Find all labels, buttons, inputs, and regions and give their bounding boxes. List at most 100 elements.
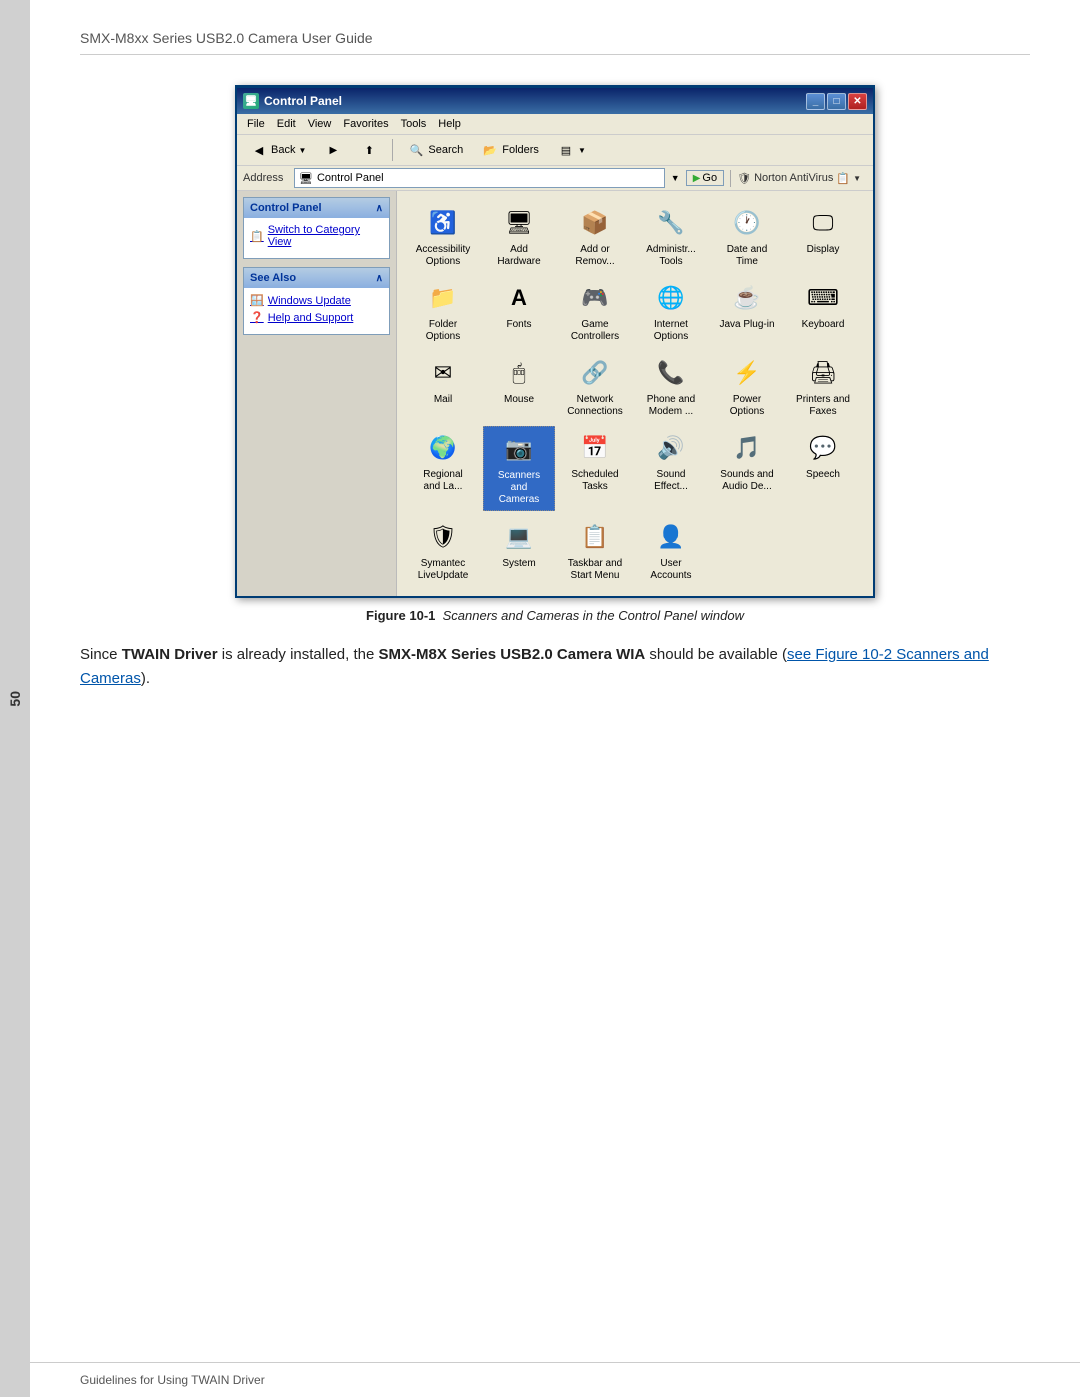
windows-update-link[interactable]: 🪟 Windows Update (250, 294, 383, 307)
back-dropdown-icon: ▼ (298, 146, 306, 155)
page-number-bar: 50 (0, 0, 30, 1397)
internet-options-label: InternetOptions (654, 319, 688, 343)
body-middle2: should be available ( (645, 646, 787, 663)
regional-icon: 🌍 (425, 430, 461, 466)
cp-scheduled[interactable]: 📅 ScheduledTasks (559, 426, 631, 511)
cp-phone-modem[interactable]: 📞 Phone andModem ... (635, 351, 707, 422)
add-remove-icon: 📦 (577, 205, 613, 241)
cp-regional[interactable]: 🌍 Regionaland La... (407, 426, 479, 511)
menu-file[interactable]: File (241, 116, 271, 132)
norton-icon: 🛡 (737, 172, 751, 185)
see-also-panel: See Also 🪟 Windows Update ❓ Help and Sup… (243, 267, 390, 335)
cp-keyboard[interactable]: ⌨ Keyboard (787, 276, 859, 347)
figure-caption-italic: Scanners and Cameras in the Control Pane… (443, 608, 744, 623)
page: 50 SMX-M8xx Series USB2.0 Camera User Gu… (0, 0, 1080, 1397)
cp-mouse[interactable]: 🖱 Mouse (483, 351, 555, 422)
mouse-label: Mouse (504, 394, 534, 406)
norton-area: 🛡 Norton AntiVirus 📋 ▼ (730, 170, 867, 187)
address-input[interactable]: 🖥 Control Panel (294, 168, 665, 188)
see-also-collapse[interactable] (376, 272, 383, 284)
cp-internet-options[interactable]: 🌐 InternetOptions (635, 276, 707, 347)
cp-taskbar[interactable]: 📋 Taskbar andStart Menu (559, 515, 631, 586)
icon-grid: ♿ AccessibilityOptions 🖥 AddHardware 📦 A… (397, 191, 873, 596)
menu-favorites[interactable]: Favorites (337, 116, 394, 132)
folder-options-icon: 📁 (425, 280, 461, 316)
body-prefix: Since (80, 646, 122, 663)
symantec-label: SymantecLiveUpdate (418, 558, 469, 582)
game-controllers-icon: 🎮 (577, 280, 613, 316)
cp-sound-effects[interactable]: 🔊 SoundEffect... (635, 426, 707, 511)
cp-system[interactable]: 💻 System (483, 515, 555, 586)
cp-mail[interactable]: ✉ Mail (407, 351, 479, 422)
cp-scanners[interactable]: 📷 ScannersandCameras (483, 426, 555, 511)
add-hardware-icon: 🖥 (501, 205, 537, 241)
cp-date-time[interactable]: 🕐 Date andTime (711, 201, 783, 272)
admin-tools-label: Administr...Tools (646, 244, 695, 268)
cp-printers[interactable]: 🖨 Printers andFaxes (787, 351, 859, 422)
back-label: Back (271, 144, 295, 156)
cp-symantec[interactable]: 🛡 SymantecLiveUpdate (407, 515, 479, 586)
scanners-label: ScannersandCameras (498, 470, 540, 506)
toolbar-separator (392, 139, 393, 161)
sidebar: Control Panel 📋 Switch to Category View (237, 191, 397, 596)
back-icon: ◀ (250, 141, 268, 159)
cp-folder-options[interactable]: 📁 FolderOptions (407, 276, 479, 347)
switch-category-link[interactable]: 📋 Switch to Category View (250, 224, 383, 248)
cp-game-controllers[interactable]: 🎮 GameControllers (559, 276, 631, 347)
restore-button[interactable]: □ (827, 93, 846, 110)
forward-button[interactable]: ▶ (317, 138, 349, 162)
go-label: Go (702, 172, 717, 184)
control-panel-panel: Control Panel 📋 Switch to Category View (243, 197, 390, 259)
switch-icon: 📋 (250, 230, 264, 243)
system-icon: 💻 (501, 519, 537, 555)
minimize-button[interactable]: _ (806, 93, 825, 110)
figure-caption-bold: Figure 10-1 (366, 608, 435, 623)
help-support-link[interactable]: ❓ Help and Support (250, 311, 383, 324)
cp-admin-tools[interactable]: 🔧 Administr...Tools (635, 201, 707, 272)
views-button[interactable]: ▤ ▼ (550, 138, 593, 162)
switch-label: Switch to Category View (268, 224, 383, 248)
page-number: 50 (7, 691, 23, 707)
game-controllers-label: GameControllers (571, 319, 619, 343)
parent-icon: ⬆ (360, 141, 378, 159)
help-support-label: Help and Support (268, 312, 354, 324)
cp-accessibility[interactable]: ♿ AccessibilityOptions (407, 201, 479, 272)
mail-icon: ✉ (425, 355, 461, 391)
cp-add-hardware[interactable]: 🖥 AddHardware (483, 201, 555, 272)
date-time-icon: 🕐 (729, 205, 765, 241)
java-label: Java Plug-in (719, 319, 774, 331)
titlebar: 🖥 Control Panel _ □ ✕ (237, 88, 873, 114)
figure-caption: Figure 10-1 Scanners and Cameras in the … (80, 608, 1030, 623)
cp-user-accounts[interactable]: 👤 UserAccounts (635, 515, 707, 586)
cp-network[interactable]: 🔗 NetworkConnections (559, 351, 631, 422)
footer-bar: Guidelines for Using TWAIN Driver (30, 1362, 1080, 1397)
back-button[interactable]: ◀ Back ▼ (243, 138, 313, 162)
folders-button[interactable]: 📂 Folders (474, 138, 546, 162)
search-label: Search (428, 144, 463, 156)
scheduled-label: ScheduledTasks (571, 469, 618, 493)
go-button[interactable]: ▶ Go (686, 170, 724, 186)
parent-button[interactable]: ⬆ (353, 138, 385, 162)
printers-icon: 🖨 (805, 355, 841, 391)
address-label: Address (243, 172, 288, 184)
cp-panel-collapse[interactable] (376, 202, 383, 214)
cp-fonts[interactable]: A Fonts (483, 276, 555, 347)
close-button[interactable]: ✕ (848, 93, 867, 110)
addressbar: Address 🖥 Control Panel ▼ ▶ Go 🛡 Norton … (237, 166, 873, 191)
cp-display[interactable]: 🖵 Display (787, 201, 859, 272)
cp-sounds-audio[interactable]: 🎵 Sounds andAudio De... (711, 426, 783, 511)
title-icon: 🖥 (243, 93, 259, 109)
menu-tools[interactable]: Tools (395, 116, 433, 132)
cp-add-remove[interactable]: 📦 Add orRemov... (559, 201, 631, 272)
sounds-audio-icon: 🎵 (729, 430, 765, 466)
norton-dropdown: ▼ (853, 174, 861, 183)
menu-edit[interactable]: Edit (271, 116, 302, 132)
menu-help[interactable]: Help (432, 116, 467, 132)
cp-speech[interactable]: 💬 Speech (787, 426, 859, 511)
network-icon: 🔗 (577, 355, 613, 391)
cp-power[interactable]: ⚡ PowerOptions (711, 351, 783, 422)
menu-view[interactable]: View (302, 116, 338, 132)
views-icon: ▤ (557, 141, 575, 159)
cp-java[interactable]: ☕ Java Plug-in (711, 276, 783, 347)
search-button[interactable]: 🔍 Search (400, 138, 470, 162)
